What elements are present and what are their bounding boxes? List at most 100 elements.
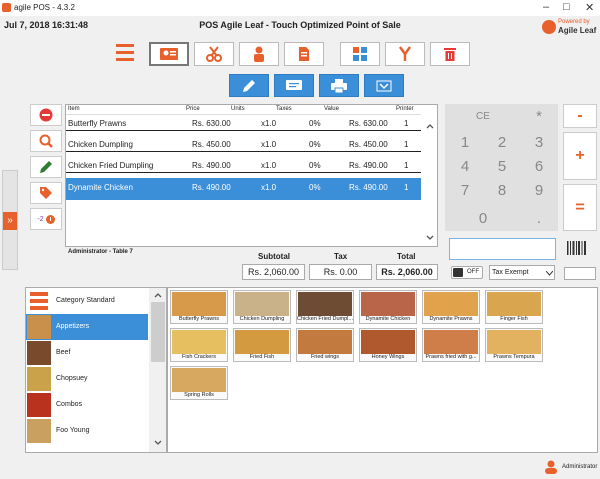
key-4[interactable]: 4 xyxy=(447,156,483,176)
category-label: Beef xyxy=(56,349,71,356)
key-equals[interactable]: = xyxy=(563,184,597,231)
comment-icon xyxy=(286,79,302,90)
order-row[interactable]: Chicken Fried Dumpling Rs. 490.00 x1.0 0… xyxy=(66,157,421,173)
merge-icon xyxy=(398,46,412,61)
key-3[interactable]: 3 xyxy=(521,132,557,152)
product-tile[interactable]: Prawns fried with g... xyxy=(422,328,480,362)
product-tile[interactable]: Dynamite Prawns xyxy=(422,290,480,324)
scissors-icon xyxy=(206,46,222,62)
print-button[interactable] xyxy=(319,74,359,97)
key-8[interactable]: 8 xyxy=(484,180,520,200)
product-tile[interactable]: Spring Rolls xyxy=(170,366,228,400)
col-price: Price xyxy=(186,106,200,112)
powered-by-logo: Powered by Agile Leaf xyxy=(542,17,598,37)
row-value: Rs. 630.00 xyxy=(349,119,388,128)
product-tile[interactable]: Fried wings xyxy=(296,328,354,362)
barcode-icon[interactable] xyxy=(565,240,589,256)
row-value: Rs. 490.00 xyxy=(349,183,388,192)
close-button[interactable]: ✕ xyxy=(585,1,594,14)
product-image xyxy=(172,368,226,392)
side-panel-toggle[interactable]: » xyxy=(2,170,18,270)
edit-line-button[interactable] xyxy=(30,156,62,178)
brand-label: Agile Leaf xyxy=(558,26,597,35)
row-printer: 1 xyxy=(404,183,409,192)
key-0[interactable]: 0 xyxy=(447,208,519,228)
product-name: Finger Fish xyxy=(500,316,528,322)
product-name: Chicken Fried Dumpl... xyxy=(297,316,353,322)
edit-note-button[interactable] xyxy=(229,74,269,97)
category-item[interactable]: Category Standard xyxy=(26,288,148,314)
subtotal-label: Subtotal xyxy=(258,252,290,261)
comment-button[interactable] xyxy=(274,74,314,97)
key-6[interactable]: 6 xyxy=(521,156,557,176)
discount-badge: -2 xyxy=(37,215,44,223)
barcode-input[interactable] xyxy=(449,238,556,260)
merge-button[interactable] xyxy=(385,42,425,66)
product-tile[interactable]: Dynamite Chicken xyxy=(359,290,417,324)
order-row[interactable]: Chicken Dumpling Rs. 450.00 x1.0 0% Rs. … xyxy=(66,136,421,152)
key-2[interactable]: 2 xyxy=(484,132,520,152)
product-image xyxy=(298,330,352,354)
key-1[interactable]: 1 xyxy=(447,132,483,152)
product-image xyxy=(424,292,478,316)
category-item[interactable]: Beef xyxy=(26,340,148,366)
product-tile[interactable]: Chicken Fried Dumpl... xyxy=(296,290,354,324)
search-product-button[interactable] xyxy=(30,130,62,152)
category-label: Category Standard xyxy=(56,297,115,304)
product-tile[interactable]: Fried Fish xyxy=(233,328,291,362)
order-row[interactable]: Butterfly Prawns Rs. 630.00 x1.0 0% Rs. … xyxy=(66,115,421,131)
category-item-selected[interactable]: Appetizers xyxy=(26,314,148,340)
user-icon xyxy=(545,460,557,474)
key-plus[interactable]: + xyxy=(563,132,597,180)
key-9[interactable]: 9 xyxy=(521,180,557,200)
remove-icon xyxy=(39,108,53,122)
waiter-icon xyxy=(254,46,264,62)
key-multiply[interactable]: * xyxy=(521,106,557,126)
key-7[interactable]: 7 xyxy=(447,180,483,200)
more-button[interactable] xyxy=(364,74,404,97)
product-image xyxy=(361,292,415,316)
tax-toggle[interactable]: OFF xyxy=(451,266,483,279)
split-button[interactable] xyxy=(194,42,234,66)
product-tile[interactable]: Chicken Dumpling xyxy=(233,290,291,324)
product-name: Spring Rolls xyxy=(184,392,214,398)
amount-box[interactable] xyxy=(564,267,596,280)
waiter-button[interactable] xyxy=(239,42,279,66)
remove-line-button[interactable] xyxy=(30,104,62,126)
product-tile[interactable]: Prawns Tempura xyxy=(485,328,543,362)
key-minus[interactable]: - xyxy=(563,104,597,128)
category-label: Foo Young xyxy=(56,427,90,434)
minimize-button[interactable]: – xyxy=(543,1,549,13)
key-5[interactable]: 5 xyxy=(484,156,520,176)
maximize-button[interactable]: □ xyxy=(563,1,570,13)
delete-ticket-button[interactable] xyxy=(430,42,470,66)
category-item[interactable]: Chopsuey xyxy=(26,366,148,392)
category-list: Category Standard Appetizers Beef Chopsu… xyxy=(25,287,167,453)
customer-button[interactable] xyxy=(149,42,189,66)
bill-button[interactable] xyxy=(284,42,324,66)
order-table: Item Price Units Taxes Value Printer But… xyxy=(65,104,438,247)
toggle-knob xyxy=(453,268,463,277)
product-image xyxy=(298,292,352,316)
trash-icon xyxy=(444,48,456,61)
order-row-selected[interactable]: Dynamite Chicken Rs. 490.00 x1.0 0% Rs. … xyxy=(66,178,421,200)
discount-button[interactable]: -2 xyxy=(30,208,62,230)
category-item[interactable]: Combos xyxy=(26,392,148,418)
category-item[interactable]: Foo Young xyxy=(26,418,148,444)
row-value: Rs. 450.00 xyxy=(349,140,388,149)
table-layout-button[interactable] xyxy=(340,42,380,66)
category-scrollbar[interactable] xyxy=(149,288,166,452)
order-scrollbar[interactable] xyxy=(423,105,437,246)
print-icon xyxy=(331,78,347,93)
scroll-arrows-icon xyxy=(151,293,165,445)
product-tile[interactable]: Finger Fish xyxy=(485,290,543,324)
key-ce[interactable]: CE xyxy=(447,106,519,126)
product-tile[interactable]: Fish Crackers xyxy=(170,328,228,362)
product-name: Dynamite Prawns xyxy=(429,316,473,322)
price-tag-button[interactable] xyxy=(30,182,62,204)
product-tile[interactable]: Honey Wings xyxy=(359,328,417,362)
menu-hamburger-icon[interactable] xyxy=(116,44,134,62)
key-dot[interactable]: . xyxy=(521,208,557,228)
product-tile[interactable]: Butterfly Prawns xyxy=(170,290,228,324)
tax-select[interactable]: Tax Exempt xyxy=(489,265,555,280)
